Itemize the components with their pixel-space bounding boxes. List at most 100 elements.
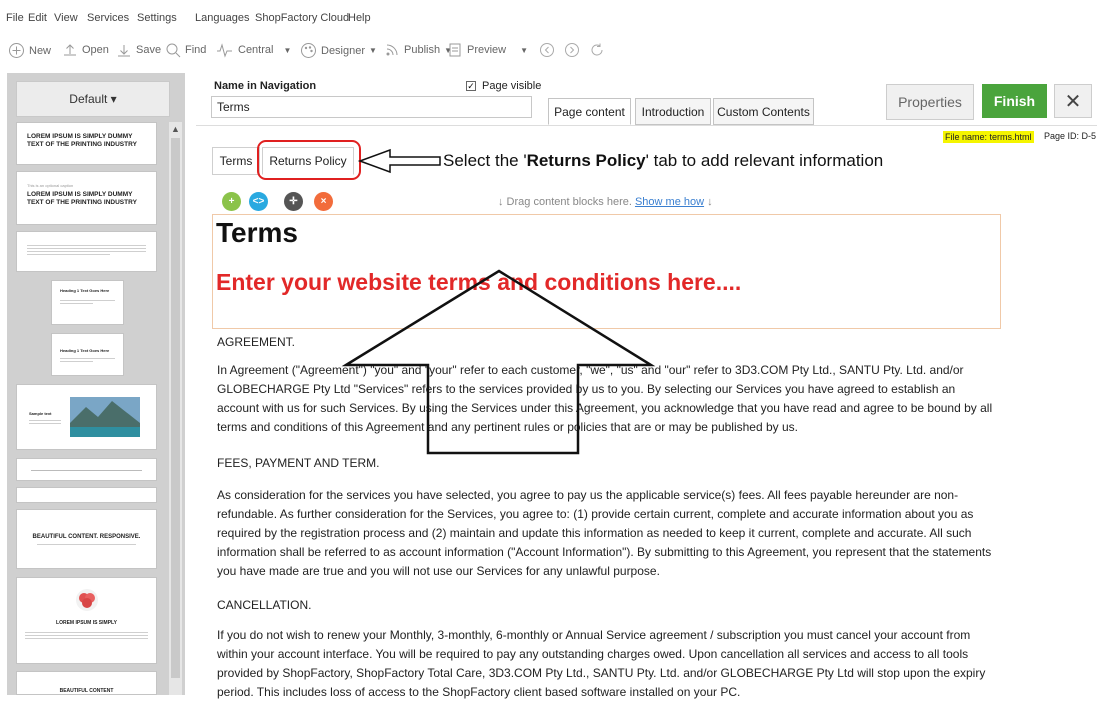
menu-view[interactable]: View: [54, 12, 78, 24]
block-thumbnail[interactable]: LOREM IPSUM IS SIMPLY: [16, 577, 157, 664]
refresh-button[interactable]: [589, 42, 605, 58]
save-button[interactable]: Save: [116, 42, 161, 58]
designer-button[interactable]: Designer ▼: [300, 42, 377, 59]
code-icon: <>: [252, 196, 265, 207]
finish-button[interactable]: Finish: [982, 84, 1047, 118]
block-thumbnail[interactable]: [16, 231, 157, 272]
block-thumbnail[interactable]: LOREM IPSUM IS SIMPLY DUMMY TEXT OF THE …: [16, 122, 157, 165]
save-label: Save: [136, 44, 162, 56]
delete-block-button[interactable]: ×: [314, 192, 333, 211]
open-button[interactable]: Open: [62, 42, 109, 58]
tab-page-content[interactable]: Page content: [548, 98, 631, 125]
block-thumbnail[interactable]: [16, 487, 157, 503]
move-block-button[interactable]: ✛: [284, 192, 303, 211]
chevron-up-icon[interactable]: ▲: [170, 124, 181, 135]
thumbnail-caption: This is an optional caption: [27, 183, 74, 188]
menu-bar: File Edit View Services Settings Languag…: [0, 0, 1097, 30]
properties-button[interactable]: Properties: [886, 84, 974, 120]
menu-languages[interactable]: Languages: [195, 12, 249, 24]
name-in-navigation-input[interactable]: Terms: [211, 96, 532, 118]
thumbnail-title: Heading 1 Text Goes Here: [60, 288, 110, 293]
page-id-label: Page ID: D-5: [1044, 131, 1097, 141]
landscape-image: [70, 397, 140, 437]
page-visible-label: Page visible: [482, 80, 542, 92]
find-label: Find: [185, 44, 207, 56]
new-button[interactable]: New: [8, 42, 51, 59]
block-thumbnail[interactable]: [16, 458, 157, 481]
thumbnail-title: BEAUTIFUL CONTENT: [59, 688, 114, 694]
section-heading[interactable]: CANCELLATION.: [217, 596, 997, 615]
designer-label: Designer: [321, 44, 366, 57]
thumbnail-title: LOREM IPSUM IS SIMPLY: [56, 620, 117, 626]
chevron-down-icon: ▼: [283, 45, 292, 55]
chevron-down-icon: ▼: [369, 46, 377, 55]
menu-edit[interactable]: Edit: [28, 12, 47, 24]
name-in-navigation-label: Name in Navigation: [214, 80, 317, 92]
document-icon: [449, 43, 461, 57]
block-thumbnail[interactable]: BEAUTIFUL CONTENT: [16, 671, 157, 695]
block-thumbnail[interactable]: Sample text: [16, 384, 157, 450]
publish-label: Publish: [404, 44, 441, 56]
tab-custom-contents[interactable]: Custom Contents: [713, 98, 814, 125]
preview-button[interactable]: Preview ▼: [447, 42, 528, 58]
refresh-icon: [591, 43, 603, 56]
paragraph[interactable]: As consideration for the services you ha…: [217, 486, 997, 581]
menu-services[interactable]: Services: [87, 12, 129, 24]
thumbnail-title: LOREM IPSUM IS SIMPLY DUMMY TEXT OF THE …: [27, 133, 137, 148]
publish-button[interactable]: Publish ▼: [384, 42, 452, 58]
block-thumbnail[interactable]: This is an optional caption LOREM IPSUM …: [16, 171, 157, 225]
returns-policy-highlight: [257, 140, 361, 180]
forward-circle-icon: [565, 43, 579, 57]
paragraph[interactable]: If you do not wish to renew your Monthly…: [217, 626, 997, 702]
show-me-how-link[interactable]: Show me how: [635, 196, 704, 208]
header-divider: [196, 125, 1097, 126]
plus-circle-icon: [9, 43, 24, 58]
download-icon: [118, 45, 130, 57]
upload-icon: [64, 44, 76, 56]
central-label: Central: [238, 44, 274, 56]
add-block-button[interactable]: +: [222, 192, 241, 211]
move-icon: ✛: [289, 196, 298, 207]
flower-image: [76, 589, 98, 611]
block-thumbnail[interactable]: Heading 1 Text Goes Here: [51, 333, 124, 376]
pulse-icon: [217, 43, 232, 58]
plus-icon: +: [228, 196, 235, 207]
thumbnail-title: BEAUTIFUL CONTENT. RESPONSIVE.: [32, 534, 141, 540]
block-thumbnail[interactable]: BEAUTIFUL CONTENT. RESPONSIVE.: [16, 509, 157, 569]
thumbnail-title: Heading 1 Text Goes Here: [60, 348, 110, 353]
preview-label: Preview: [467, 44, 507, 56]
palette-icon: [301, 43, 316, 58]
broadcast-icon: [386, 44, 398, 56]
toolbar: New Open Save Find Central ▼ Designer ▼ …: [0, 30, 1097, 72]
menu-settings[interactable]: Settings: [137, 12, 177, 24]
drag-hint: ↓ Drag content blocks here. Show me how …: [498, 196, 713, 208]
central-button[interactable]: Central ▼: [216, 42, 291, 58]
block-thumbnail[interactable]: Heading 1 Text Goes Here: [51, 280, 124, 325]
code-block-button[interactable]: <>: [249, 192, 268, 211]
back-circle-icon: [540, 43, 554, 57]
new-label: New: [29, 44, 52, 57]
tab-terms[interactable]: Terms: [212, 147, 260, 175]
section-heading[interactable]: FEES, PAYMENT AND TERM.: [217, 454, 997, 473]
search-icon: [166, 43, 181, 58]
sidebar-scrollbar-thumb[interactable]: [171, 138, 180, 678]
annotation-arrow-icon: [358, 148, 441, 174]
page-heading[interactable]: Terms: [216, 217, 298, 249]
theme-dropdown[interactable]: Default ▾: [16, 81, 170, 117]
find-button[interactable]: Find: [165, 42, 206, 58]
chevron-down-icon: ▼: [520, 45, 529, 55]
instruction-text[interactable]: Enter your website terms and conditions …: [216, 269, 741, 296]
tab-introduction[interactable]: Introduction: [635, 98, 711, 125]
menu-shopfactory-cloud[interactable]: ShopFactory Cloud: [255, 12, 349, 24]
page-visible-checkbox[interactable]: ✓: [466, 81, 476, 91]
forward-button[interactable]: [564, 42, 580, 58]
paragraph[interactable]: In Agreement ("Agreement") "you" and "yo…: [217, 361, 997, 437]
file-name-label: File name: terms.html: [943, 131, 1034, 143]
menu-file[interactable]: File: [6, 12, 24, 24]
open-label: Open: [82, 44, 109, 56]
close-button[interactable]: ✕: [1054, 84, 1092, 118]
menu-help[interactable]: Help: [348, 12, 371, 24]
back-button[interactable]: [539, 42, 555, 58]
section-heading[interactable]: AGREEMENT.: [217, 333, 997, 352]
close-icon: ×: [320, 196, 327, 207]
